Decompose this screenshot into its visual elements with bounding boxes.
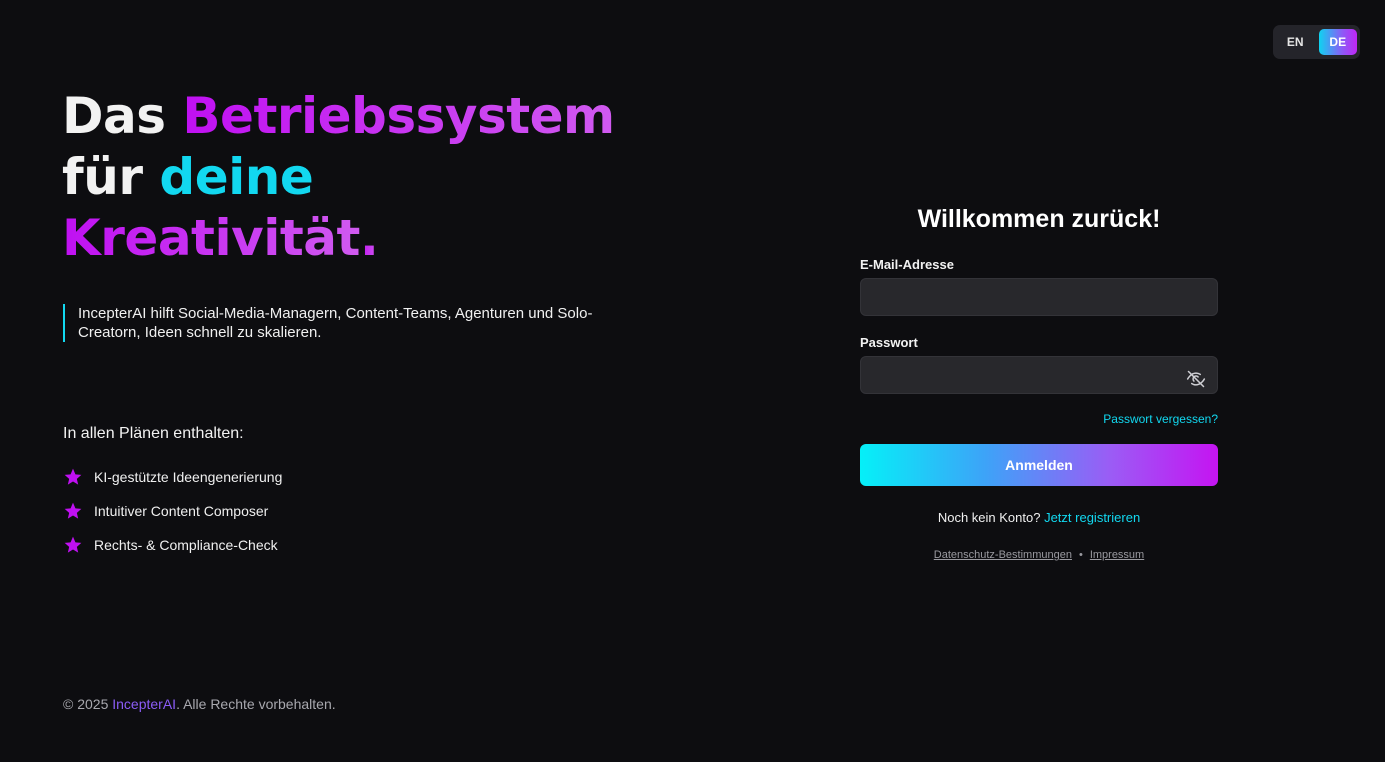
register-prompt: Noch kein Konto? (937, 510, 1041, 525)
register-link[interactable]: Jetzt registrieren (1044, 510, 1140, 525)
login-page: EN DE Das Betriebssystem für deine Kreat… (0, 0, 1385, 762)
password-wrapper (860, 356, 1218, 394)
feature-item: Rechts- & Compliance-Check (63, 528, 282, 562)
feature-item: Intuitiver Content Composer (63, 494, 282, 528)
copyright-suffix: . Alle Rechte vorbehalten. (176, 696, 336, 712)
headline-period: . (359, 209, 379, 267)
feature-item: KI-gestützte Ideengenerierung (63, 460, 282, 494)
star-icon (64, 468, 82, 485)
star-icon (64, 536, 82, 553)
legal-links: Datenschutz-Bestimmungen • Impressum (860, 549, 1218, 561)
headline-line-2: für deine (62, 147, 615, 208)
headline-line-3: Kreativität. (62, 208, 615, 269)
headline-accent: deine (159, 148, 314, 206)
register-row: Noch kein Konto? Jetzt registrieren (860, 510, 1218, 525)
login-button[interactable]: Anmelden (860, 444, 1218, 486)
feature-label: KI-gestützte Ideengenerierung (94, 469, 283, 485)
copyright-footer: © 2025 IncepterAI. Alle Rechte vorbehalt… (63, 696, 336, 712)
separator: • (1078, 549, 1083, 561)
hero-headline: Das Betriebssystem für deine Kreativität… (62, 86, 615, 269)
language-toggle: EN DE (1273, 25, 1360, 59)
headline-accent: Betriebssystem (182, 87, 615, 145)
headline-line-1: Das Betriebssystem (62, 86, 615, 147)
email-field[interactable] (860, 278, 1218, 316)
hero-tagline: IncepterAI hilft Social-Media-Managern, … (63, 304, 623, 342)
login-title: Willkommen zurück! (917, 205, 1161, 233)
features-title: In allen Plänen enthalten: (63, 425, 244, 442)
privacy-link[interactable]: Datenschutz-Bestimmungen (934, 549, 1072, 561)
feature-label: Rechts- & Compliance-Check (94, 537, 278, 553)
language-option-de[interactable]: DE (1318, 29, 1357, 55)
login-form: Willkommen zurück! E-Mail-Adresse Passwo… (860, 200, 1218, 561)
copyright-prefix: © 2025 (63, 696, 113, 712)
password-field[interactable] (860, 356, 1218, 394)
features-list: KI-gestützte Ideengenerierung Intuitiver… (63, 460, 282, 562)
feature-label: Intuitiver Content Composer (94, 503, 269, 519)
password-label: Passwort (860, 335, 918, 350)
email-label: E-Mail-Adresse (860, 257, 954, 272)
eye-off-icon[interactable] (1186, 369, 1206, 389)
forgot-password-link[interactable]: Passwort vergessen? (860, 412, 1218, 426)
star-icon (64, 502, 82, 519)
headline-accent: Kreativität (62, 209, 360, 267)
brand-name: IncepterAI (112, 696, 177, 712)
headline-text: Das (62, 87, 183, 145)
headline-text: für (62, 148, 160, 206)
imprint-link[interactable]: Impressum (1090, 549, 1144, 561)
language-option-en[interactable]: EN (1276, 29, 1315, 55)
